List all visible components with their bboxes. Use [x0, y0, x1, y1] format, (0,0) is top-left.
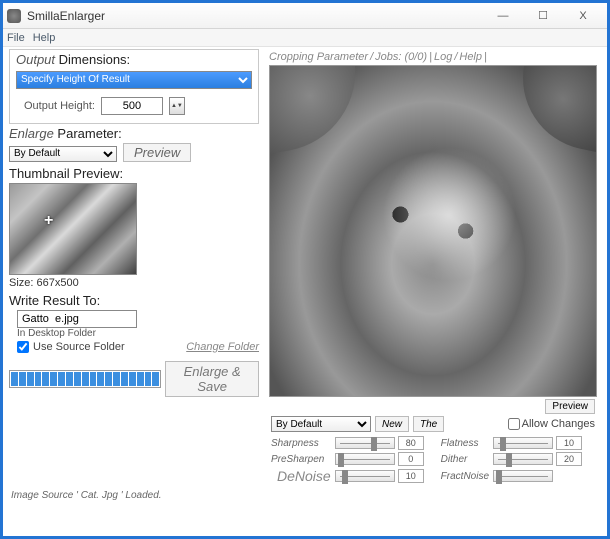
param-grid: Sharpness 80 Flatness 10 PreSharpen 0 Di…: [265, 434, 601, 486]
tab-cropping[interactable]: Cropping Parameter: [269, 51, 368, 63]
image-preview[interactable]: [269, 65, 597, 397]
output-mode-combo[interactable]: Specify Height Of Result: [16, 71, 252, 89]
menu-help[interactable]: Help: [33, 32, 56, 44]
thumbnail-group: Thumbnail Preview: Size: 667x500: [9, 166, 259, 289]
app-icon: [7, 9, 21, 23]
progress-bar: [9, 370, 161, 388]
titlebar: SmillaEnlarger — ☐ X: [3, 3, 607, 29]
thumbnail-image[interactable]: [9, 183, 137, 275]
thumbnail-title: Thumbnail Preview:: [9, 166, 259, 181]
write-result-group: Write Result To: In Desktop Folder Use S…: [9, 293, 259, 353]
param-preset-combo[interactable]: By Default: [271, 416, 371, 432]
flatness-value: 80: [398, 436, 424, 450]
presharpen-value: 0: [398, 452, 424, 466]
tab-jobs[interactable]: Jobs: (0/0): [375, 51, 427, 63]
preview-button[interactable]: Preview: [123, 143, 191, 162]
output-height-spinner[interactable]: ▲▼: [169, 97, 185, 115]
desktop-folder-label: In Desktop Folder: [17, 328, 259, 339]
denoise-value: 10: [398, 469, 424, 483]
progress-row: Enlarge & Save: [9, 361, 259, 397]
filename-input[interactable]: [17, 310, 137, 328]
window-title: SmillaEnlarger: [27, 9, 483, 23]
dither-slider[interactable]: [493, 453, 553, 465]
tab-help[interactable]: Help: [459, 51, 482, 63]
sharpness-label: Sharpness: [271, 438, 331, 449]
param-header: By Default New The Allow Changes: [265, 414, 601, 434]
preview-small-button[interactable]: Preview: [545, 399, 595, 414]
write-result-title: Write Result To:: [9, 293, 259, 308]
dither-label: Dither: [441, 454, 489, 465]
use-source-folder-checkbox[interactable]: [17, 341, 29, 353]
flatness-label: Flatness: [441, 438, 489, 449]
status-bar: Image Source ' Cat. Jpg ' Loaded.: [11, 490, 607, 501]
presharpen-slider[interactable]: [335, 453, 395, 465]
output-dimensions-title: Output Dimensions:: [16, 52, 252, 67]
presharpen-label: PreSharpen: [271, 454, 331, 465]
enlarge-parameter-group: Enlarge Parameter: By Default Preview: [9, 128, 259, 162]
tab-log[interactable]: Log: [434, 51, 452, 63]
enlarge-save-button[interactable]: Enlarge & Save: [165, 361, 259, 397]
allow-changes-label: Allow Changes: [522, 418, 595, 430]
menubar: File Help: [3, 29, 607, 47]
denoise-label: DeNoise: [271, 468, 331, 484]
enlarge-parameter-title: Enlarge Parameter:: [9, 126, 259, 141]
fractnoise-slider[interactable]: [493, 470, 553, 482]
minimize-button[interactable]: —: [483, 6, 523, 26]
fractnoise-label: FractNoise: [441, 471, 489, 482]
use-source-folder-label: Use Source Folder: [33, 341, 125, 353]
output-height-input[interactable]: [101, 97, 163, 115]
enlarge-param-combo[interactable]: By Default: [9, 146, 117, 162]
close-button[interactable]: X: [563, 6, 603, 26]
sharpness-slider[interactable]: [335, 437, 395, 449]
output-dimensions-group: Output Dimensions: Specify Height Of Res…: [9, 49, 259, 124]
new-preset-button[interactable]: New: [375, 416, 409, 432]
denoise-slider[interactable]: [335, 470, 395, 482]
output-height-label: Output Height:: [24, 100, 95, 112]
maximize-button[interactable]: ☐: [523, 6, 563, 26]
flatness-rvalue: 10: [556, 436, 582, 450]
flatness-slider[interactable]: [493, 437, 553, 449]
the-preset-button[interactable]: The: [413, 416, 444, 432]
dither-rvalue: 20: [556, 452, 582, 466]
tabs-row: Cropping Parameter/ Jobs: (0/0)| Log/ He…: [265, 49, 601, 65]
change-folder-link[interactable]: Change Folder: [186, 341, 259, 353]
menu-file[interactable]: File: [7, 32, 25, 44]
thumbnail-size: Size: 667x500: [9, 277, 259, 289]
allow-changes-checkbox[interactable]: [508, 418, 520, 430]
